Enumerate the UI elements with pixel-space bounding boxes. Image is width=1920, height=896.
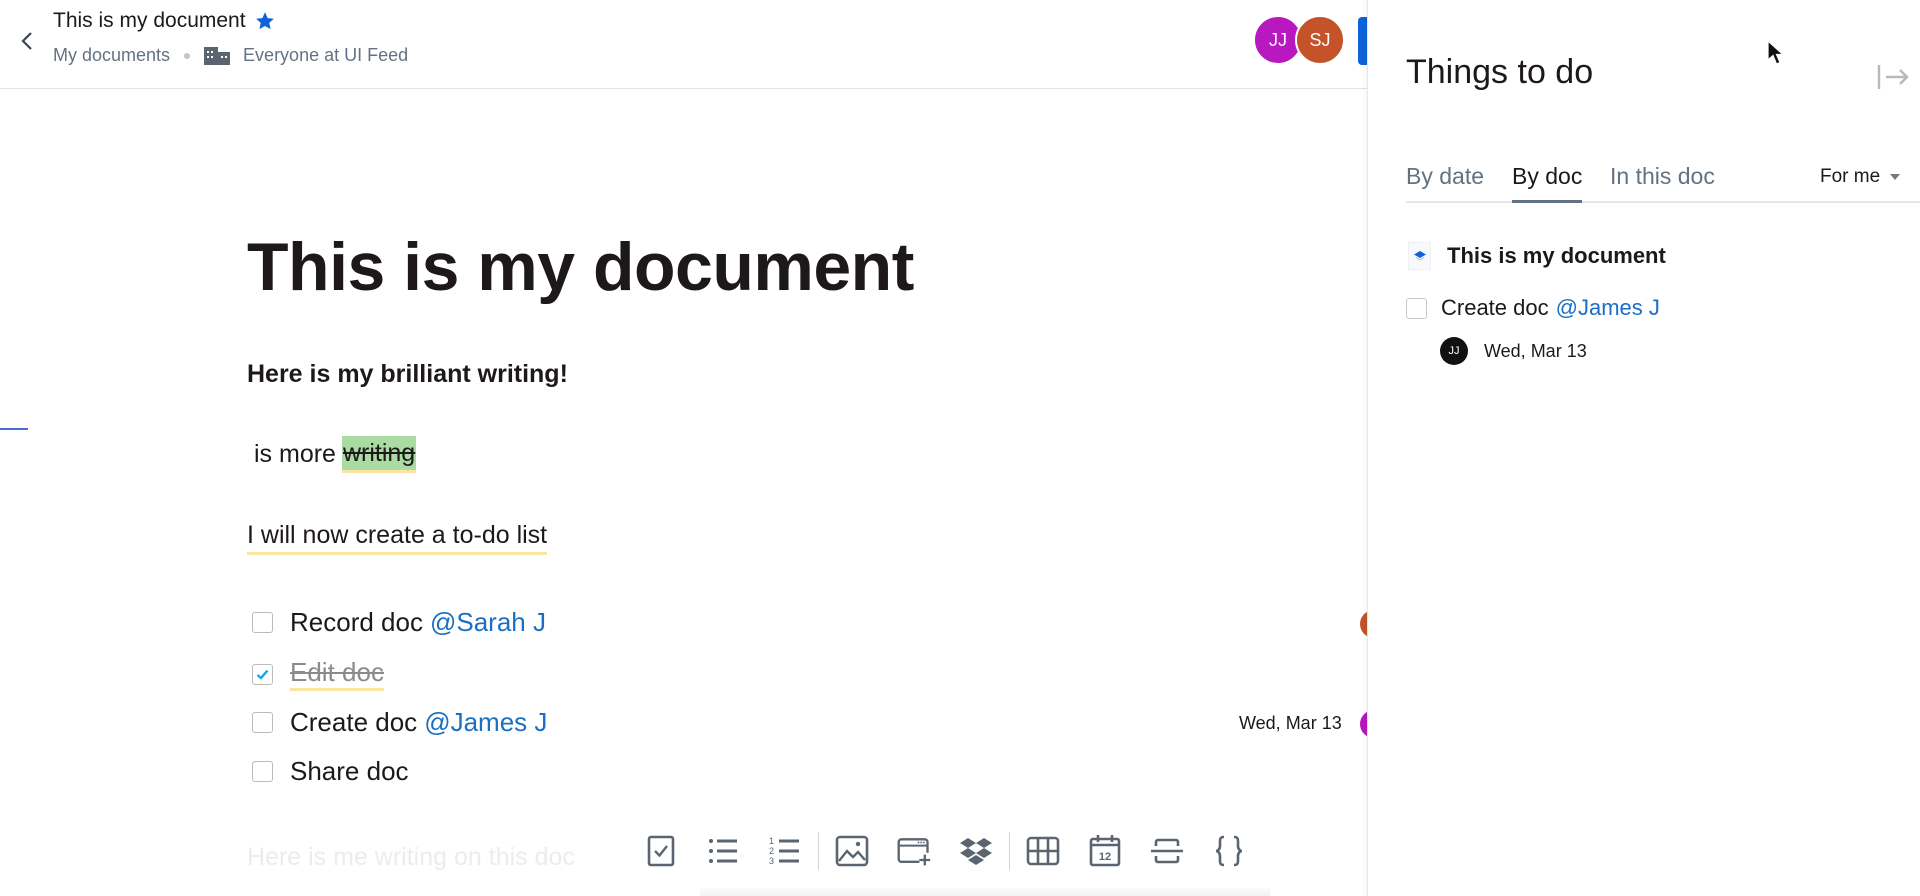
- image-icon: [835, 835, 869, 867]
- back-button[interactable]: [12, 26, 42, 56]
- doc-group-header[interactable]: This is my document: [1408, 242, 1666, 270]
- todo-item: Share doc: [247, 756, 409, 787]
- document-icon: [1408, 242, 1431, 270]
- paragraph-more[interactable]: is more writing: [247, 436, 417, 473]
- todo-item: Create doc @James J: [247, 707, 547, 738]
- insert-divider-button[interactable]: [1136, 826, 1198, 876]
- insert-bullet-list-button[interactable]: [692, 826, 754, 876]
- chevron-left-icon: [21, 32, 32, 50]
- doc-group-title[interactable]: This is my document: [1447, 243, 1666, 269]
- todo-checkbox[interactable]: [252, 761, 273, 782]
- insert-table-button[interactable]: [1012, 826, 1074, 876]
- svg-text:3: 3: [769, 856, 774, 866]
- breadcrumb-separator: [184, 52, 191, 59]
- paragraph-more-prefix: is more: [254, 440, 336, 468]
- tab-by-date[interactable]: By date: [1406, 163, 1484, 203]
- avatar-sj[interactable]: SJ: [1295, 15, 1345, 65]
- todo-checkbox[interactable]: [252, 612, 273, 633]
- paragraph-bold[interactable]: Here is my brilliant writing!: [247, 360, 568, 389]
- todo-text[interactable]: Edit doc: [290, 657, 384, 691]
- insert-dropbox-file-button[interactable]: [945, 826, 1007, 876]
- star-icon[interactable]: [254, 10, 276, 32]
- insert-numbered-list-button[interactable]: 123: [754, 826, 816, 876]
- document-title[interactable]: This is my document: [247, 228, 914, 306]
- bullet-list-icon: [709, 839, 737, 863]
- doc-title-text: This is my document: [53, 9, 246, 32]
- embed-icon: [897, 838, 931, 866]
- tab-in-this-doc[interactable]: In this doc: [1610, 163, 1715, 203]
- todo-checkbox[interactable]: [252, 712, 273, 733]
- insert-image-button[interactable]: [821, 826, 883, 876]
- toolbar-separator: [818, 832, 819, 870]
- insert-date-button[interactable]: 12: [1074, 826, 1136, 876]
- panel-todo-checkbox[interactable]: [1406, 297, 1427, 319]
- breadcrumb-audience[interactable]: Everyone at UI Feed: [243, 45, 408, 66]
- filter-label: For me: [1820, 166, 1881, 187]
- panel-todo-item: Create doc @James J: [1406, 295, 1660, 321]
- section-marker: [0, 428, 28, 430]
- dropbox-icon: [960, 838, 992, 865]
- svg-text:2: 2: [769, 846, 774, 856]
- insert-code-block-button[interactable]: [1198, 826, 1260, 876]
- todo-text[interactable]: Share doc: [290, 756, 409, 787]
- collaborator-avatars: JJ SJ: [1253, 15, 1345, 65]
- paragraph-todo-intro[interactable]: I will now create a to-do list: [247, 521, 548, 555]
- toolbar-shadow: [700, 888, 1270, 896]
- table-icon: [1026, 836, 1060, 866]
- svg-text:1: 1: [769, 836, 774, 846]
- code-block-icon: [1215, 835, 1243, 867]
- highlighted-strikethrough-text[interactable]: writing: [341, 436, 417, 473]
- checklist-icon: [647, 835, 675, 867]
- caret-down-icon: [1890, 174, 1901, 180]
- tab-by-doc[interactable]: By doc: [1512, 163, 1583, 203]
- assignee-filter-dropdown[interactable]: For me: [1820, 166, 1901, 188]
- placeholder-line[interactable]: Here is me writing on this doc: [247, 843, 575, 872]
- toolbar-separator: [1009, 832, 1010, 870]
- todo-due-date[interactable]: Wed, Mar 13: [1239, 713, 1342, 734]
- breadcrumb: My documents Everyone at UI Feed: [53, 45, 408, 66]
- calendar-day-label: 12: [1099, 851, 1111, 863]
- todo-item: Edit doc: [247, 657, 384, 691]
- divider-icon: [1151, 838, 1183, 864]
- todo-mention[interactable]: @Sarah J: [430, 607, 546, 638]
- todo-text[interactable]: Create doc: [290, 707, 417, 738]
- todo-item: Record doc @Sarah J: [247, 607, 546, 638]
- panel-todo-mention[interactable]: @James J: [1556, 295, 1660, 321]
- todo-text[interactable]: Record doc: [290, 607, 423, 638]
- things-to-do-panel: Things to do By date By doc In this doc …: [1367, 0, 1920, 896]
- numbered-list-icon: 123: [769, 836, 799, 866]
- doc-header: This is my document My documents Everyon…: [0, 0, 1370, 89]
- todo-checkbox-checked[interactable]: [252, 663, 273, 685]
- panel-todo-meta: JJ Wed, Mar 13: [1440, 337, 1587, 365]
- checkmark-icon: [256, 669, 269, 680]
- collapse-right-icon: [1877, 65, 1909, 89]
- panel-title: Things to do: [1406, 53, 1594, 91]
- calendar-icon: 12: [1089, 835, 1121, 867]
- assignee-avatar: JJ: [1440, 337, 1468, 365]
- breadcrumb-folder[interactable]: My documents: [53, 45, 170, 66]
- panel-todo-date[interactable]: Wed, Mar 13: [1484, 341, 1587, 362]
- collapse-panel-button[interactable]: [1876, 62, 1910, 92]
- todo-mention[interactable]: @James J: [424, 707, 547, 738]
- insert-checklist-button[interactable]: [630, 826, 692, 876]
- panel-todo-text[interactable]: Create doc: [1441, 295, 1549, 321]
- doc-title: This is my document: [53, 9, 276, 33]
- mouse-cursor-icon: [1767, 40, 1785, 65]
- insert-toolbar: 123 12: [630, 826, 1260, 876]
- insert-embed-button[interactable]: [883, 826, 945, 876]
- building-icon: [204, 46, 231, 65]
